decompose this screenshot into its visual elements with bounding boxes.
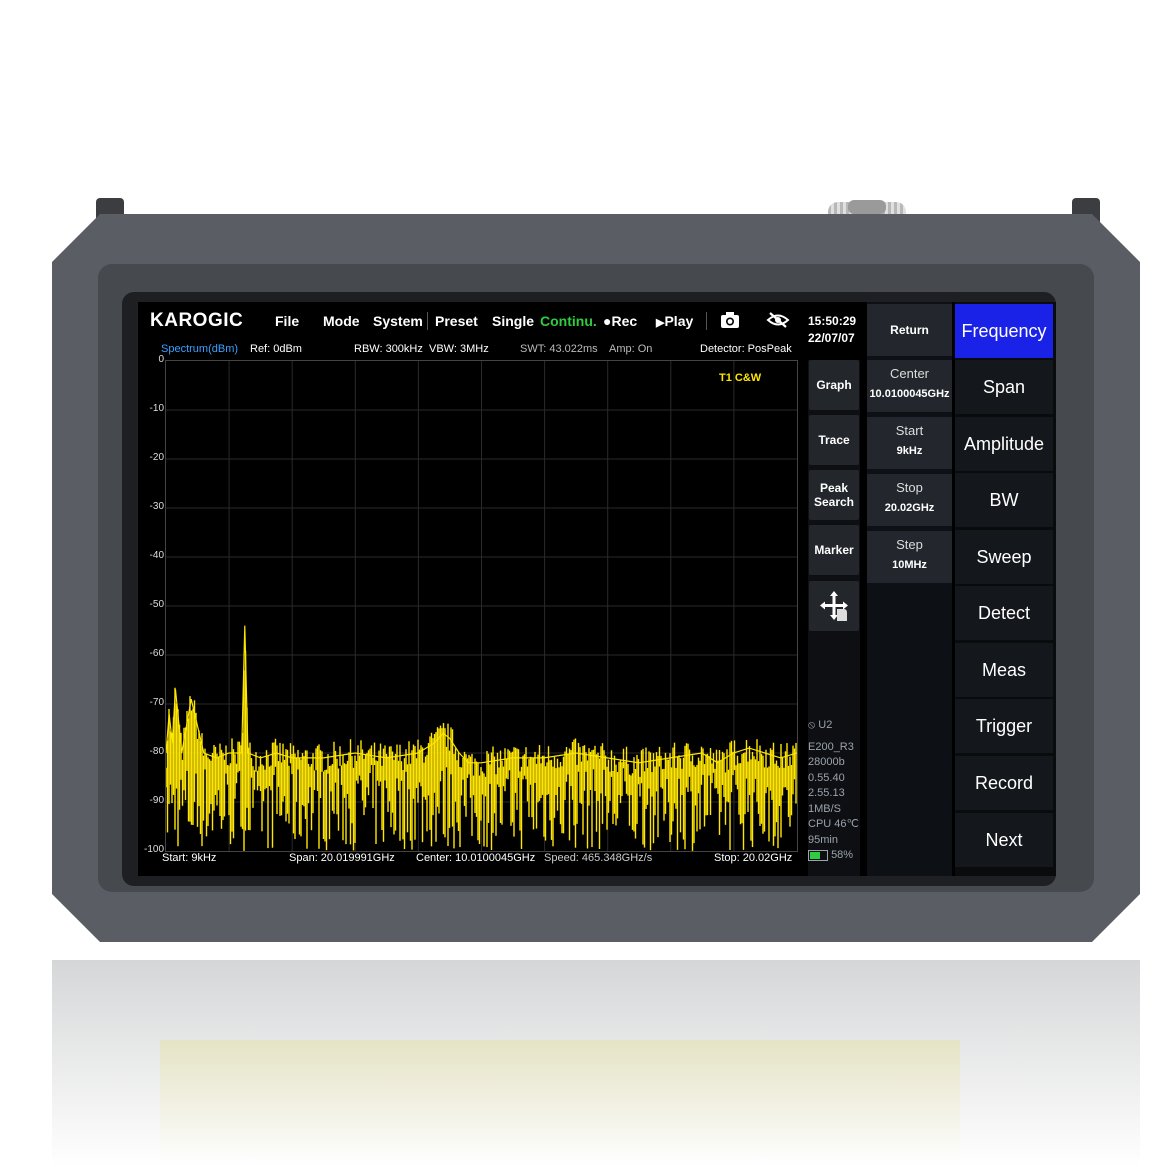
y-tick-label: -50 [149, 599, 164, 610]
menu-bw[interactable]: BW [955, 473, 1053, 527]
sys-line-2: 28000b [808, 756, 845, 768]
menu-frequency[interactable]: Frequency [955, 304, 1053, 358]
menu-sweep[interactable]: Sweep [955, 530, 1053, 584]
center-value: 10.0100045GHz [869, 388, 950, 400]
sync-u2: ⦸ U2 [808, 718, 859, 734]
battery-status: 58% [808, 848, 859, 864]
system-info: ⦸ U2 E200_R3 28000b 0.55.40 2.55.13 1MB/… [808, 718, 859, 864]
hide-eye-icon[interactable] [766, 311, 790, 332]
ref-level: Ref: 0dBm [250, 343, 302, 355]
rf-connector-cap [848, 200, 886, 214]
menu-system[interactable]: System [373, 313, 423, 329]
graph-button[interactable]: Graph [809, 360, 859, 410]
marker-button[interactable]: Marker [809, 525, 859, 575]
menu-trigger[interactable]: Trigger [955, 699, 1053, 753]
start-field[interactable]: Start 9kHz [867, 417, 952, 469]
y-tick-label: -10 [149, 403, 164, 414]
y-tick-label: -60 [149, 648, 164, 659]
menu-single[interactable]: Single [492, 313, 534, 329]
status-time: 15:50:29 [808, 314, 857, 328]
sweep-speed: Speed: 465.348GHz/s [544, 852, 653, 864]
camera-icon[interactable] [720, 311, 740, 332]
status-clock: 15:50:29 22/07/07 [808, 313, 856, 347]
menu-continuous[interactable]: Continu. [540, 313, 597, 329]
y-tick-label: -30 [149, 501, 164, 512]
menu-separator [706, 312, 707, 330]
menu-rec[interactable]: ●Rec [603, 313, 637, 329]
y-tick-label: 0 [158, 354, 164, 365]
y-tick-label: -90 [149, 795, 164, 806]
spectrum-chart [165, 361, 798, 851]
top-menu-bar: KAROGIC File Mode System Preset Single C… [138, 302, 802, 340]
return-button[interactable]: Return [867, 304, 952, 356]
sys-line-4: 2.55.13 [808, 787, 845, 799]
start-frequency: Start: 9kHz [162, 852, 217, 864]
spectrum-unit-label: Spectrum(dBm) [161, 343, 239, 355]
step-label: Step [896, 537, 923, 552]
stop-value: 20.02GHz [884, 502, 935, 514]
sweep-time: SWT: 43.022ms [520, 343, 598, 355]
menu-next[interactable]: Next [955, 813, 1053, 867]
return-label: Return [890, 323, 929, 337]
peak-search-button[interactable]: Peak Search [809, 470, 859, 520]
y-tick-label: -70 [149, 697, 164, 708]
rbw-value: RBW: 300kHz [354, 343, 423, 355]
stop-field[interactable]: Stop 20.02GHz [867, 474, 952, 526]
battery-icon [808, 849, 828, 861]
stop-frequency: Stop: 20.02GHz [714, 852, 793, 864]
menu-span[interactable]: Span [955, 360, 1053, 414]
u2-label: U2 [818, 719, 833, 731]
touch-move-icon[interactable] [809, 581, 859, 631]
menu-preset[interactable]: Preset [435, 313, 478, 329]
stop-label: Stop [896, 480, 923, 495]
menu-rec-label: Rec [611, 313, 638, 329]
menu-detect[interactable]: Detect [955, 586, 1053, 640]
menu-play-label: Play [664, 313, 694, 329]
detector-mode: Detector: PosPeak [700, 343, 792, 355]
cpu-temperature: CPU 46℃ [808, 818, 859, 830]
data-rate: 1MB/S [808, 802, 842, 815]
y-tick-label: -100 [143, 844, 164, 855]
y-tick-label: -80 [149, 746, 164, 757]
screen: KAROGIC File Mode System Preset Single C… [138, 302, 1056, 876]
menu-separator [427, 312, 428, 330]
menu-mode[interactable]: Mode [323, 313, 360, 329]
start-value: 9kHz [896, 445, 923, 457]
screen-reflection [160, 1040, 960, 1160]
spectrum-plot[interactable] [165, 360, 798, 852]
menu-amplitude[interactable]: Amplitude [955, 417, 1053, 471]
trace-button[interactable]: Trace [809, 415, 859, 465]
center-field[interactable]: Center 10.0100045GHz [867, 360, 952, 412]
menu-file[interactable]: File [275, 313, 299, 329]
center-label: Center [889, 366, 930, 381]
device-model: E200_R3 [808, 740, 854, 753]
sys-line-3: 0.55.40 [808, 771, 845, 784]
trace-marker-label: T1 C&W [719, 372, 762, 384]
status-date: 22/07/07 [808, 331, 855, 345]
y-tick-label: -20 [149, 452, 164, 463]
menu-play[interactable]: ▶Play [656, 313, 693, 329]
y-tick-label: -40 [149, 550, 164, 561]
brand-logo: KAROGIC [150, 310, 244, 331]
sync-icon: ⦸ [808, 719, 816, 731]
time-remaining: 95min [808, 833, 838, 846]
menu-meas[interactable]: Meas [955, 643, 1053, 697]
step-value: 10MHz [892, 559, 927, 571]
battery-percent: 58% [831, 849, 854, 861]
menu-record[interactable]: Record [955, 756, 1053, 810]
vbw-value: VBW: 3MHz [429, 343, 489, 355]
step-field[interactable]: Step 10MHz [867, 531, 952, 583]
center-frequency: Center: 10.0100045GHz [416, 852, 536, 864]
span-value: Span: 20.019991GHz [289, 852, 395, 864]
start-label: Start [895, 423, 924, 438]
amp-status: Amp: On [609, 343, 653, 355]
